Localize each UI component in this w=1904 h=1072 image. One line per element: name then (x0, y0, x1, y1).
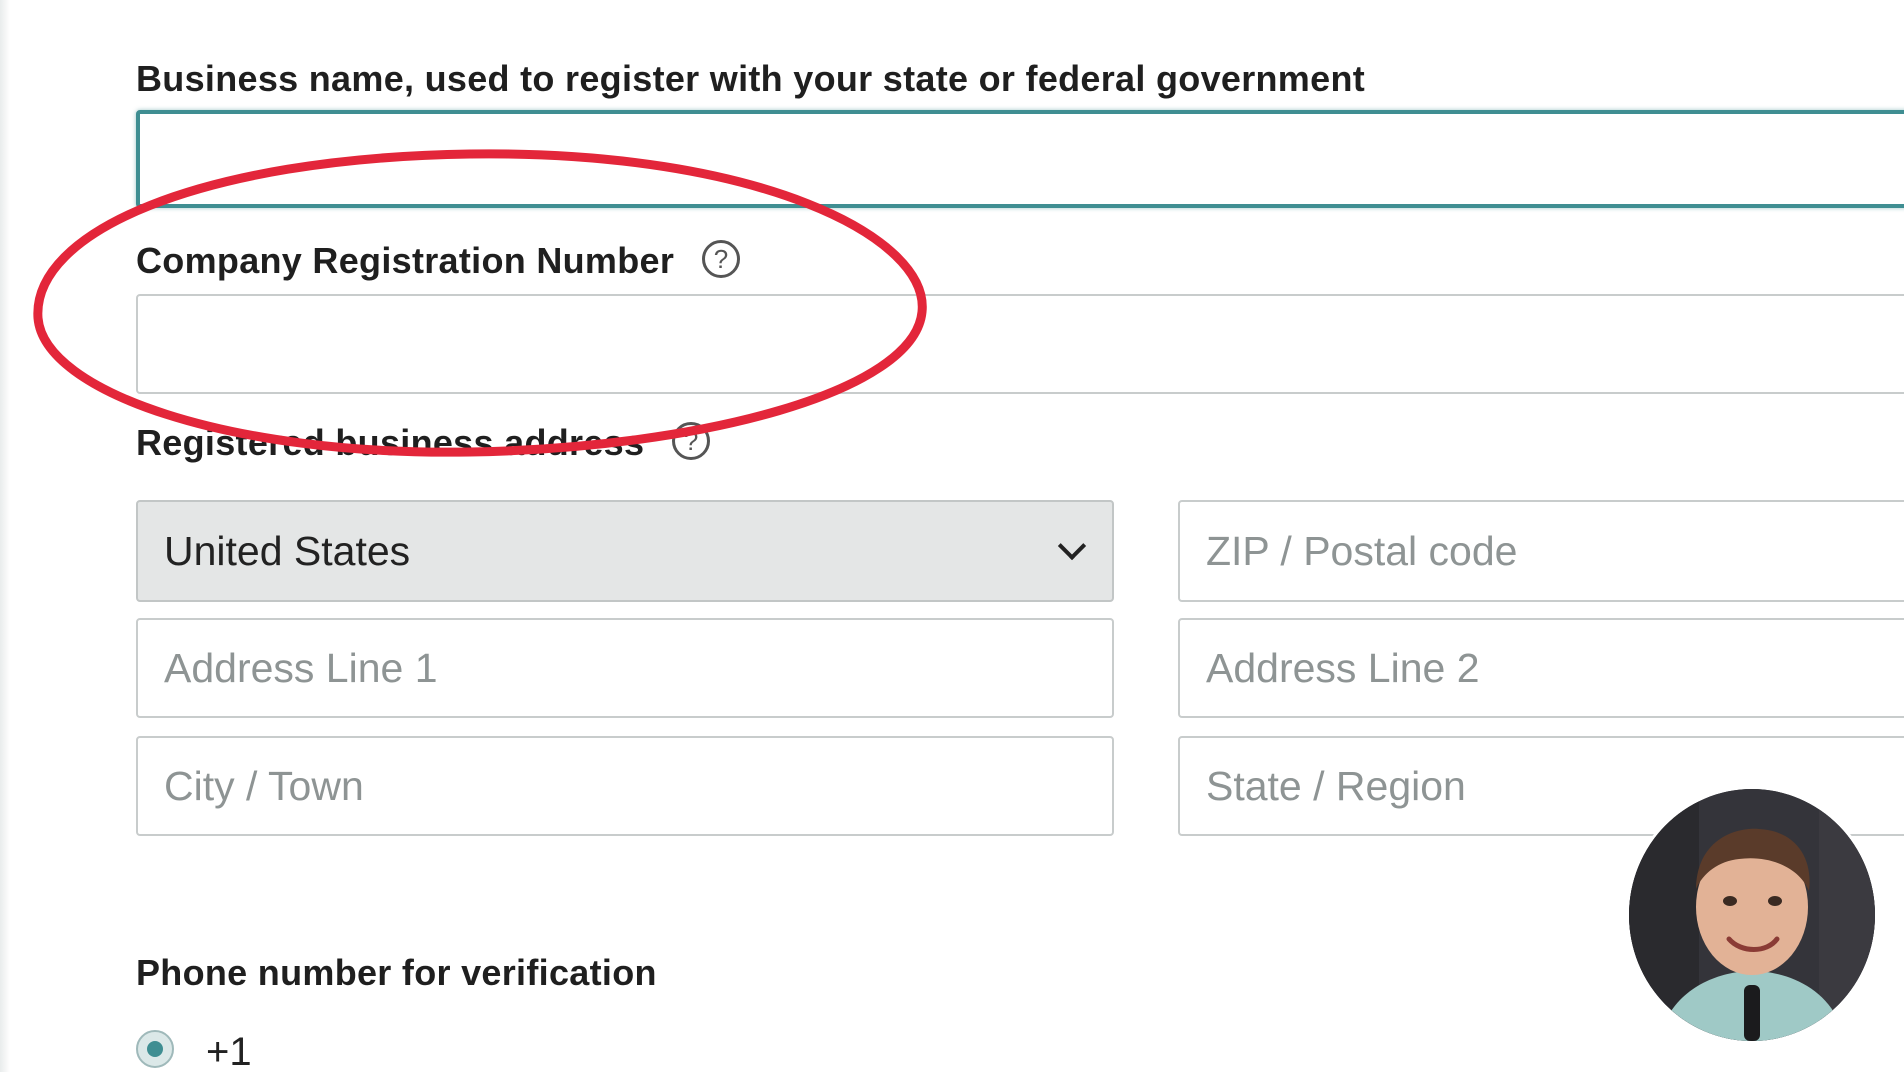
radio-selected-dot (147, 1041, 163, 1057)
seller-registration-form: Business name, used to register with you… (0, 0, 1904, 1072)
zip-postal-code-input[interactable] (1178, 500, 1904, 602)
country-select[interactable]: United States (136, 500, 1114, 602)
phone-country-radio[interactable] (136, 1030, 174, 1068)
chevron-down-icon (1057, 531, 1087, 561)
page-left-edge (0, 0, 10, 1072)
company-registration-label: Company Registration Number (136, 240, 675, 281)
address-line-2-input[interactable] (1178, 618, 1904, 718)
registered-address-label: Registered business address (136, 422, 645, 463)
company-registration-label-row: Company Registration Number? (136, 240, 741, 282)
registered-address-label-row: Registered business address? (136, 422, 711, 464)
company-registration-input[interactable] (136, 294, 1904, 394)
address-line-1-input[interactable] (136, 618, 1114, 718)
country-select-value: United States (164, 527, 411, 574)
business-name-input[interactable] (136, 110, 1904, 208)
phone-verification-label: Phone number for verification (136, 952, 657, 993)
presenter-avatar-icon (1629, 789, 1875, 1041)
presenter-webcam (1626, 786, 1878, 1044)
business-name-label: Business name, used to register with you… (136, 58, 1366, 99)
city-town-input[interactable] (136, 736, 1114, 836)
phone-country-code: +1 (206, 1030, 252, 1072)
question-circle-icon[interactable]: ? (702, 240, 741, 279)
question-circle-icon[interactable]: ? (672, 422, 711, 461)
